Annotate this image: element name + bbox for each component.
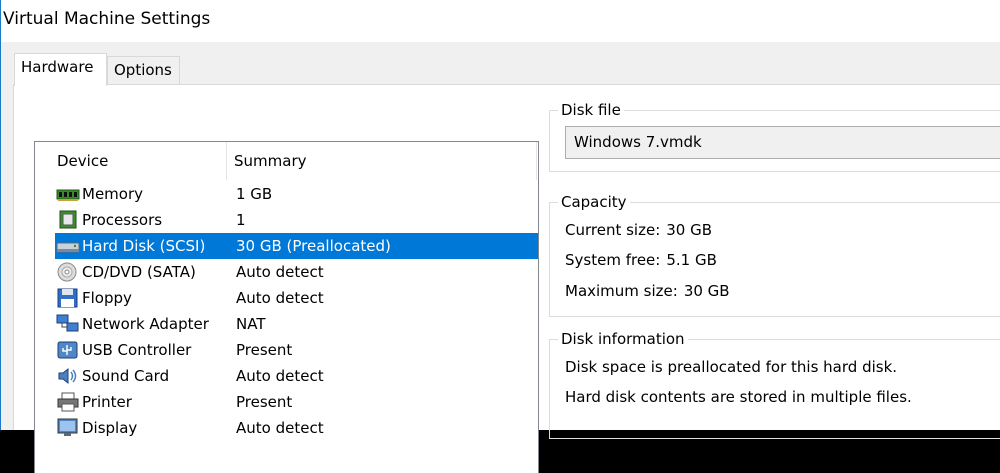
memory-icon	[56, 184, 80, 204]
maximum-size-key: Maximum size:	[565, 282, 678, 300]
device-rows: Memory 1 GB Processors 1 Hard Disk (SCSI…	[35, 181, 538, 441]
device-row-processors[interactable]: Processors 1	[35, 207, 538, 233]
current-size-key: Current size:	[565, 221, 661, 239]
disk-information-group: Disk information Disk space is prealloca…	[549, 329, 1000, 439]
device-row-printer[interactable]: Printer Present	[35, 389, 538, 415]
device-name: CD/DVD (SATA)	[82, 263, 196, 281]
device-name: Hard Disk (SCSI)	[82, 237, 206, 255]
hard-disk-icon	[56, 236, 80, 256]
display-icon	[56, 418, 80, 438]
device-row-floppy[interactable]: Floppy Auto detect	[35, 285, 538, 311]
device-list-header: Device Summary	[35, 142, 538, 180]
device-name: USB Controller	[82, 341, 192, 359]
disk-file-label: Disk file	[558, 100, 624, 120]
device-summary: Present	[236, 341, 293, 359]
device-list[interactable]: Device Summary Memory 1 GB Processors 1 …	[34, 141, 539, 473]
device-name: Sound Card	[82, 367, 170, 385]
device-summary: Auto detect	[236, 289, 324, 307]
device-name: Printer	[82, 393, 132, 411]
disk-information-label: Disk information	[558, 329, 688, 349]
sound-card-icon	[56, 366, 80, 386]
device-name: Network Adapter	[82, 315, 209, 333]
device-name: Memory	[82, 185, 144, 203]
tab-hardware[interactable]: Hardware	[14, 53, 107, 86]
device-row-cd-dvd[interactable]: CD/DVD (SATA) Auto detect	[35, 259, 538, 285]
system-free-value: 5.1 GB	[666, 251, 717, 269]
device-name: Processors	[82, 211, 163, 229]
device-summary: Auto detect	[236, 367, 324, 385]
device-row-sound-card[interactable]: Sound Card Auto detect	[35, 363, 538, 389]
printer-icon	[56, 392, 80, 412]
window-title: Virtual Machine Settings	[3, 9, 211, 29]
device-summary: Present	[236, 393, 293, 411]
device-summary: Auto detect	[236, 419, 324, 437]
capacity-label: Capacity	[558, 192, 630, 212]
device-row-memory[interactable]: Memory 1 GB	[35, 181, 538, 207]
floppy-icon	[56, 288, 80, 308]
device-summary: Auto detect	[236, 263, 324, 281]
network-adapter-icon	[56, 314, 80, 334]
disk-info-line-1: Disk space is preallocated for this hard…	[565, 358, 898, 376]
device-row-hard-disk[interactable]: Hard Disk (SCSI) 30 GB (Preallocated)	[35, 233, 538, 259]
column-header-summary[interactable]: Summary	[234, 142, 537, 180]
maximum-size-value: 30 GB	[683, 282, 730, 300]
disk-file-field[interactable]: Windows 7.vmdk	[565, 126, 1000, 159]
title-bar[interactable]: Virtual Machine Settings	[1, 0, 1000, 42]
device-summary: 30 GB (Preallocated)	[236, 237, 391, 255]
capacity-group: Capacity Current size: 30 GB System free:…	[549, 192, 1000, 317]
processor-icon	[56, 210, 80, 230]
usb-icon	[56, 340, 80, 360]
device-summary: 1 GB	[236, 185, 273, 203]
current-size-line: Current size: 30 GB	[565, 221, 712, 239]
maximum-size-line: Maximum size: 30 GB	[565, 282, 730, 300]
column-header-device[interactable]: Device	[57, 142, 227, 180]
device-row-display[interactable]: Display Auto detect	[35, 415, 538, 441]
device-name: Floppy	[82, 289, 132, 307]
device-row-network-adapter[interactable]: Network Adapter NAT	[35, 311, 538, 337]
device-row-usb-controller[interactable]: USB Controller Present	[35, 337, 538, 363]
system-free-line: System free: 5.1 GB	[565, 251, 717, 269]
vm-settings-window: Virtual Machine Settings Hardware Option…	[0, 0, 1000, 473]
system-free-key: System free:	[565, 251, 661, 269]
disk-file-group: Disk file Windows 7.vmdk	[549, 100, 1000, 172]
current-size-value: 30 GB	[666, 221, 713, 239]
device-summary: NAT	[236, 315, 266, 333]
disk-info-line-2: Hard disk contents are stored in multipl…	[565, 388, 912, 406]
device-name: Display	[82, 419, 138, 437]
tab-options[interactable]: Options	[107, 56, 180, 84]
cd-dvd-icon	[56, 262, 80, 282]
device-summary: 1	[236, 211, 246, 229]
